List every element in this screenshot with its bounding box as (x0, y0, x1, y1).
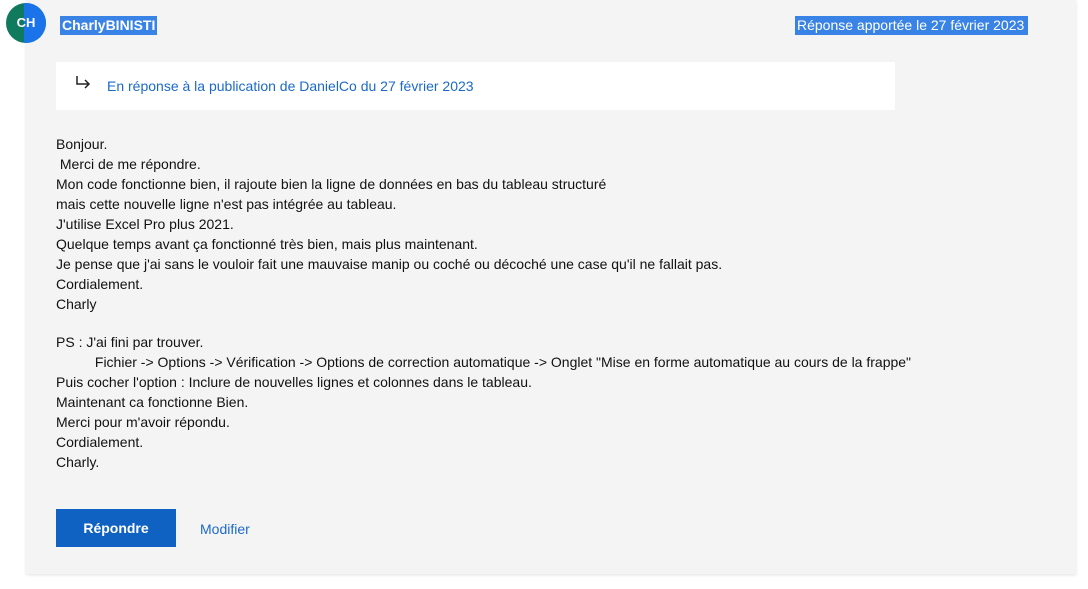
reply-arrow-icon (76, 76, 91, 89)
body-line: J'utilise Excel Pro plus 2021. (56, 216, 234, 232)
author-name[interactable]: CharlyBINISTI (60, 16, 158, 35)
body-line: Fichier -> Options -> Vérification -> Op… (56, 354, 912, 370)
body-line: Quelque temps avant ça fonctionné très b… (56, 236, 478, 252)
body-line: Bonjour. (56, 136, 108, 152)
avatar-initials: CH (16, 15, 36, 30)
body-line: Merci de me répondre. (56, 156, 201, 172)
body-line: Maintenant ca fonctionne Bien. (56, 394, 249, 410)
body-line: Mon code fonctionne bien, il rajoute bie… (56, 176, 607, 192)
post-body: Bonjour. Merci de me répondre. Mon code … (56, 134, 1046, 472)
body-line: Cordialement. (56, 276, 144, 292)
body-line: Cordialement. (56, 434, 144, 450)
body-line: Je pense que j'ai sans le vouloir fait u… (56, 256, 723, 272)
body-line: mais cette nouvelle ligne n'est pas inté… (56, 196, 397, 212)
reply-reference-box: En réponse à la publication de DanielCo … (56, 62, 895, 110)
post-date: Réponse apportée le 27 février 2023 (795, 16, 1029, 35)
edit-link[interactable]: Modifier (200, 519, 250, 539)
body-line: PS : J'ai fini par trouver. (56, 334, 204, 350)
body-line: Puis cocher l'option : Inclure de nouvel… (56, 374, 532, 390)
reply-reference-link[interactable]: En réponse à la publication de DanielCo … (107, 77, 474, 95)
body-gap (56, 314, 1046, 332)
body-line: Merci pour m'avoir répondu. (56, 414, 230, 430)
body-line: Charly. (56, 454, 100, 470)
body-line: Charly (56, 296, 97, 312)
reply-button[interactable]: Répondre (56, 509, 176, 547)
avatar[interactable]: CH (6, 3, 46, 43)
